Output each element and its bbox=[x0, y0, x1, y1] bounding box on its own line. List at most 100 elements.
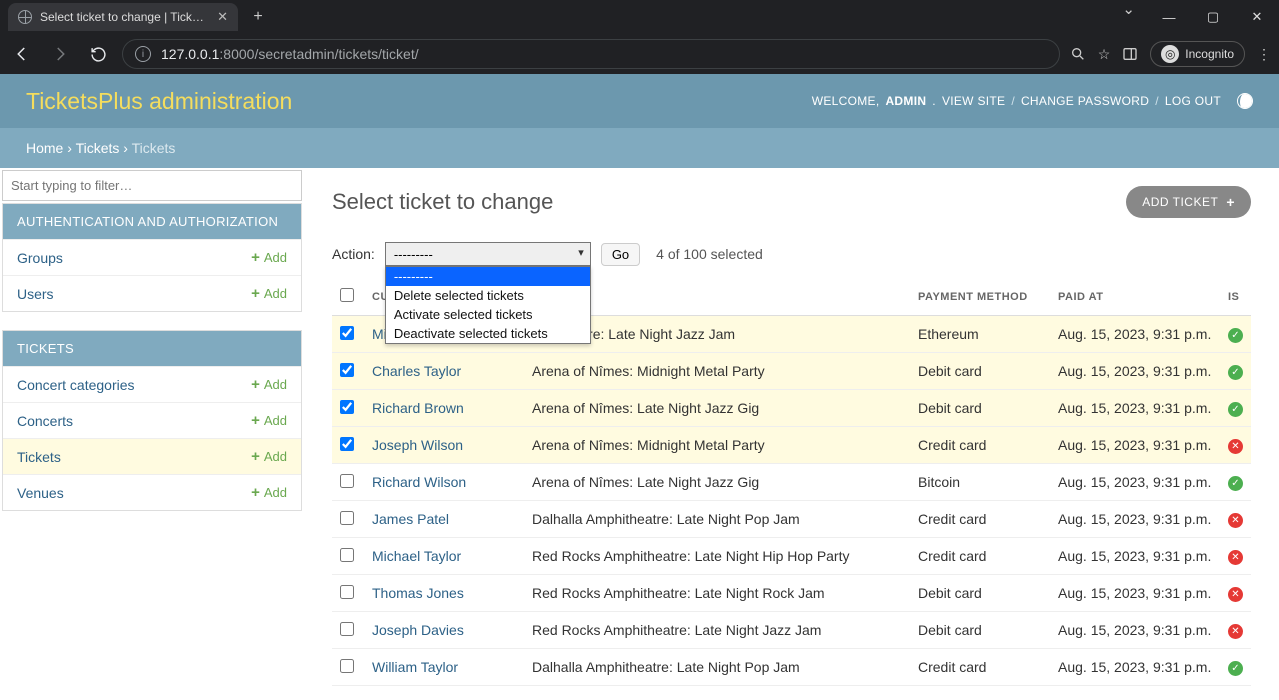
breadcrumb-app[interactable]: Tickets bbox=[76, 140, 120, 156]
breadcrumb-home[interactable]: Home bbox=[26, 140, 63, 156]
table-row: Thomas JonesRed Rocks Amphitheatre: Late… bbox=[332, 575, 1251, 612]
sidebar-add-link[interactable]: + Add bbox=[251, 412, 287, 429]
sidebar-item-concert-categories[interactable]: Concert categories+ Add bbox=[3, 366, 301, 402]
plus-icon: + bbox=[251, 376, 260, 393]
cell-concert: Red Rocks Amphitheatre: Late Night Jazz … bbox=[524, 612, 910, 649]
row-checkbox[interactable] bbox=[340, 437, 354, 451]
selection-count: 4 of 100 selected bbox=[656, 246, 763, 262]
customer-link[interactable]: Charles Taylor bbox=[372, 363, 461, 379]
address-bar[interactable]: i 127.0.0.1:8000/secretadmin/tickets/tic… bbox=[122, 39, 1060, 69]
row-checkbox[interactable] bbox=[340, 622, 354, 636]
welcome-label: WELCOME, bbox=[812, 94, 880, 108]
select-all-checkbox[interactable] bbox=[340, 288, 354, 302]
plus-icon: + bbox=[251, 484, 260, 501]
logout-link[interactable]: LOG OUT bbox=[1165, 94, 1221, 108]
customer-link[interactable]: Michael Taylor bbox=[372, 548, 461, 564]
add-ticket-button[interactable]: ADD TICKET + bbox=[1126, 186, 1251, 218]
action-option[interactable]: Delete selected tickets bbox=[386, 286, 590, 305]
browser-toolbar: i 127.0.0.1:8000/secretadmin/tickets/tic… bbox=[0, 34, 1279, 74]
customer-link[interactable]: William Taylor bbox=[372, 659, 458, 675]
cell-payment: Bitcoin bbox=[910, 464, 1050, 501]
sidebar-module-tickets: TICKETS Concert categories+ AddConcerts+… bbox=[2, 330, 302, 511]
cell-paid-at: Aug. 15, 2023, 9:31 p.m. bbox=[1050, 538, 1220, 575]
back-button[interactable] bbox=[8, 40, 36, 68]
close-tab-icon[interactable]: ✕ bbox=[217, 9, 228, 25]
row-checkbox[interactable] bbox=[340, 474, 354, 488]
row-checkbox[interactable] bbox=[340, 326, 354, 340]
sidebar-item-users[interactable]: Users+ Add bbox=[3, 275, 301, 311]
action-select-button[interactable]: --------- bbox=[385, 242, 591, 266]
customer-link[interactable]: Joseph Davies bbox=[372, 622, 464, 638]
tab-search-icon[interactable]: ⌄ bbox=[1110, 0, 1147, 34]
th-payment[interactable]: PAYMENT METHOD bbox=[910, 278, 1050, 316]
cell-paid-at: Aug. 15, 2023, 9:31 p.m. bbox=[1050, 649, 1220, 686]
new-tab-button[interactable]: + bbox=[244, 3, 272, 31]
customer-link[interactable]: Richard Brown bbox=[372, 400, 464, 416]
view-site-link[interactable]: VIEW SITE bbox=[942, 94, 1005, 108]
forward-button[interactable] bbox=[46, 40, 74, 68]
status-yes-icon: ✓ bbox=[1228, 328, 1243, 343]
cell-payment: Credit card bbox=[910, 538, 1050, 575]
action-option[interactable]: Deactivate selected tickets bbox=[386, 324, 590, 343]
sidebar-add-link[interactable]: + Add bbox=[251, 484, 287, 501]
go-button[interactable]: Go bbox=[601, 243, 640, 266]
sidebar-add-link[interactable]: + Add bbox=[251, 448, 287, 465]
action-option[interactable]: --------- bbox=[386, 267, 590, 286]
minimize-button[interactable]: ― bbox=[1147, 0, 1191, 34]
sidebar-add-link[interactable]: + Add bbox=[251, 285, 287, 302]
customer-link[interactable]: Richard Wilson bbox=[372, 474, 466, 490]
row-checkbox[interactable] bbox=[340, 659, 354, 673]
theme-toggle-icon[interactable] bbox=[1237, 93, 1253, 109]
panel-icon[interactable] bbox=[1122, 46, 1138, 62]
customer-link[interactable]: Joseph Wilson bbox=[372, 437, 463, 453]
status-yes-icon: ✓ bbox=[1228, 476, 1243, 491]
row-checkbox[interactable] bbox=[340, 363, 354, 377]
menu-icon[interactable]: ⋮ bbox=[1257, 46, 1271, 63]
sidebar-caption-tickets: TICKETS bbox=[3, 331, 301, 366]
status-no-icon: ✕ bbox=[1228, 624, 1243, 639]
action-select[interactable]: --------- ---------Delete selected ticke… bbox=[385, 242, 591, 266]
bookmark-icon[interactable]: ☆ bbox=[1098, 46, 1111, 63]
cell-payment: Credit card bbox=[910, 501, 1050, 538]
sidebar-item-label[interactable]: Concert categories bbox=[17, 377, 251, 393]
th-is-active[interactable]: IS bbox=[1220, 278, 1251, 316]
sidebar-add-link[interactable]: + Add bbox=[251, 249, 287, 266]
cell-paid-at: Aug. 15, 2023, 9:31 p.m. bbox=[1050, 427, 1220, 464]
reload-button[interactable] bbox=[84, 40, 112, 68]
row-checkbox[interactable] bbox=[340, 400, 354, 414]
customer-link[interactable]: Thomas Jones bbox=[372, 585, 464, 601]
plus-icon: + bbox=[251, 412, 260, 429]
close-window-button[interactable]: ✕ bbox=[1235, 0, 1279, 34]
cell-concert: Arena of Nîmes: Midnight Metal Party bbox=[524, 353, 910, 390]
sidebar-item-groups[interactable]: Groups+ Add bbox=[3, 239, 301, 275]
sidebar-item-label[interactable]: Users bbox=[17, 286, 251, 302]
sidebar-item-label[interactable]: Tickets bbox=[17, 449, 251, 465]
incognito-badge[interactable]: ◎ Incognito bbox=[1150, 41, 1245, 67]
action-option[interactable]: Activate selected tickets bbox=[386, 305, 590, 324]
toolbar-right: ☆ ◎ Incognito ⋮ bbox=[1070, 41, 1271, 67]
site-brand[interactable]: TicketsPlus administration bbox=[26, 88, 292, 115]
sidebar-filter-input[interactable] bbox=[2, 170, 302, 201]
maximize-button[interactable]: ▢ bbox=[1191, 0, 1235, 34]
cell-paid-at: Aug. 15, 2023, 9:31 p.m. bbox=[1050, 316, 1220, 353]
sidebar-item-concerts[interactable]: Concerts+ Add bbox=[3, 402, 301, 438]
site-info-icon[interactable]: i bbox=[135, 46, 151, 62]
change-password-link[interactable]: CHANGE PASSWORD bbox=[1021, 94, 1149, 108]
table-row: Michael TaylorRed Rocks Amphitheatre: La… bbox=[332, 538, 1251, 575]
sidebar-item-label[interactable]: Venues bbox=[17, 485, 251, 501]
row-checkbox[interactable] bbox=[340, 511, 354, 525]
row-checkbox[interactable] bbox=[340, 585, 354, 599]
sidebar-module-auth: AUTHENTICATION AND AUTHORIZATION Groups+… bbox=[2, 203, 302, 312]
customer-link[interactable]: James Patel bbox=[372, 511, 449, 527]
sidebar-item-label[interactable]: Concerts bbox=[17, 413, 251, 429]
browser-tab[interactable]: Select ticket to change | TicketsPl… ✕ bbox=[8, 3, 238, 31]
zoom-icon[interactable] bbox=[1070, 46, 1086, 62]
row-checkbox[interactable] bbox=[340, 548, 354, 562]
sidebar-item-label[interactable]: Groups bbox=[17, 250, 251, 266]
plus-icon: + bbox=[251, 285, 260, 302]
sidebar-add-link[interactable]: + Add bbox=[251, 376, 287, 393]
th-paid[interactable]: PAID AT bbox=[1050, 278, 1220, 316]
sidebar-item-tickets[interactable]: Tickets+ Add bbox=[3, 438, 301, 474]
sidebar-item-venues[interactable]: Venues+ Add bbox=[3, 474, 301, 510]
window-controls: ⌄ ― ▢ ✕ bbox=[1110, 0, 1279, 34]
